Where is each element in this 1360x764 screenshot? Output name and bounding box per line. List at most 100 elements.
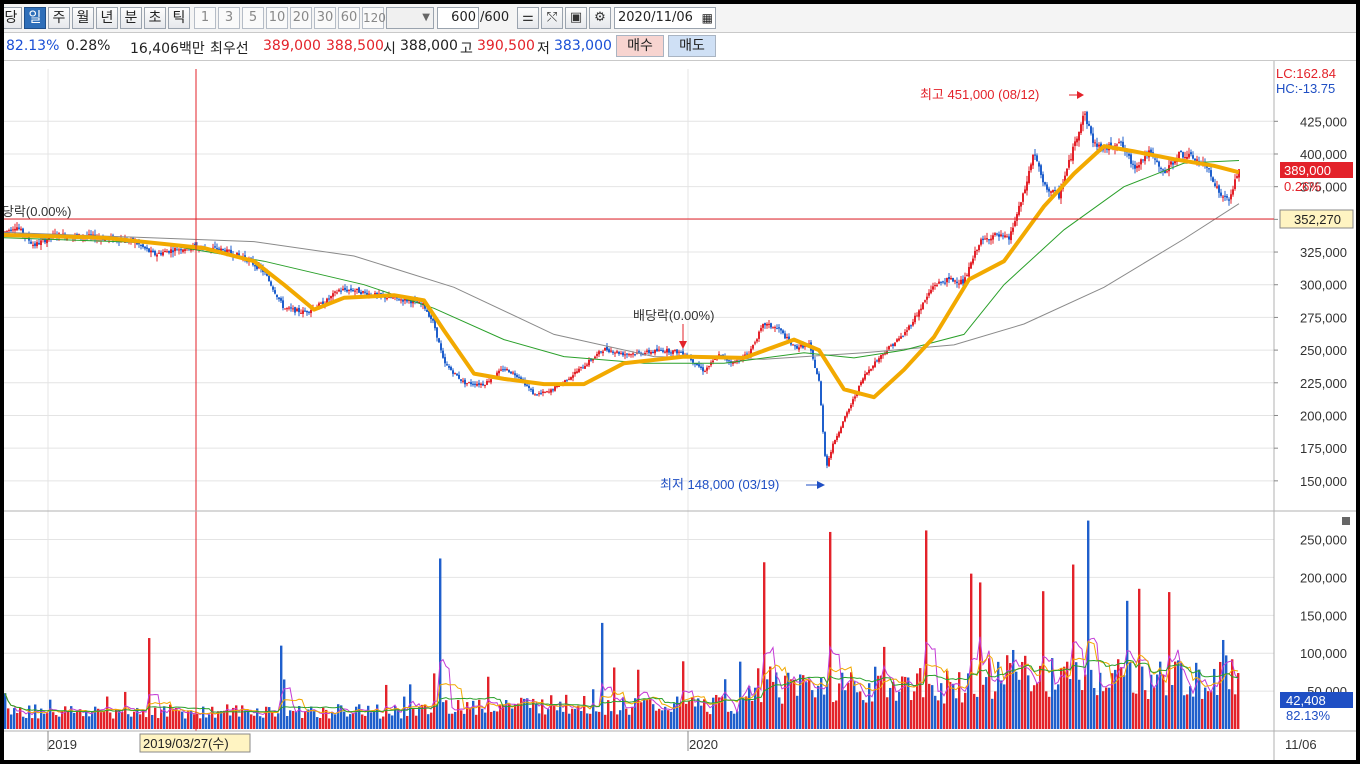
candle-body bbox=[174, 248, 176, 252]
volume-bar bbox=[397, 709, 400, 729]
candle-body bbox=[676, 349, 678, 354]
price-tick-label: 325,000 bbox=[1300, 245, 1347, 260]
candle-body bbox=[1072, 146, 1074, 161]
candle-body bbox=[632, 353, 634, 355]
candle-body bbox=[440, 343, 442, 351]
candle-body bbox=[464, 379, 466, 385]
date-input[interactable]: 2020/11/06 ▦ bbox=[614, 7, 716, 29]
volume-bar bbox=[121, 711, 124, 729]
volume-bar bbox=[43, 713, 46, 729]
period-button-day[interactable]: 일 bbox=[24, 7, 46, 29]
candle-body bbox=[508, 369, 510, 373]
candle-body bbox=[214, 246, 216, 248]
candle-body bbox=[1222, 196, 1224, 198]
volume-bar bbox=[166, 716, 169, 729]
volume-bar bbox=[481, 708, 484, 729]
stock-chart[interactable]: 425,000400,000375,000350,000325,000300,0… bbox=[4, 61, 1356, 760]
period-button-today[interactable]: 당 bbox=[4, 7, 22, 29]
volume-bar bbox=[208, 714, 211, 729]
candle-body bbox=[402, 299, 404, 302]
candle-body bbox=[756, 339, 758, 342]
period-button-year[interactable]: 년 bbox=[96, 7, 118, 29]
candle-body bbox=[608, 349, 610, 353]
candle-body bbox=[530, 388, 532, 390]
save-icon[interactable]: ▣ bbox=[565, 7, 587, 29]
candle-body bbox=[698, 364, 700, 367]
volume-bar bbox=[418, 706, 421, 729]
candle-body bbox=[532, 389, 534, 395]
buy-button[interactable]: 매수 bbox=[616, 35, 664, 57]
period-toolbar: 당 일 주 월 년 분 초 틱 1 3 5 10 20 30 60 120 ▼ … bbox=[4, 4, 1356, 33]
volume-bar bbox=[697, 698, 700, 729]
candle-body bbox=[330, 296, 332, 299]
candle-body bbox=[948, 277, 950, 280]
price-tick-label: 175,000 bbox=[1300, 441, 1347, 456]
period-button-tick[interactable]: 틱 bbox=[168, 7, 190, 29]
candle-body bbox=[1154, 158, 1156, 160]
candle-body bbox=[998, 234, 1000, 237]
volume-bar bbox=[670, 711, 673, 729]
volume-bar bbox=[859, 691, 862, 729]
volume-bar bbox=[844, 690, 847, 729]
candle-body bbox=[662, 350, 664, 352]
candle-body bbox=[952, 277, 954, 282]
candle-settings-icon[interactable]: ⚌ bbox=[517, 7, 539, 29]
dividend-arrow-head bbox=[679, 341, 687, 349]
candle-body bbox=[328, 298, 330, 300]
volume-bar bbox=[307, 709, 310, 729]
candle-body bbox=[452, 370, 454, 374]
candle-body bbox=[442, 350, 444, 358]
interval-button-10[interactable]: 10 bbox=[266, 7, 288, 29]
volume-bar bbox=[655, 710, 658, 729]
sell-button[interactable]: 매도 bbox=[668, 35, 716, 57]
gear-icon[interactable]: ⚙ bbox=[589, 7, 611, 29]
candle-body bbox=[18, 227, 20, 229]
interval-button-60[interactable]: 60 bbox=[338, 7, 360, 29]
calendar-icon[interactable]: ▦ bbox=[702, 8, 713, 28]
interval-button-30[interactable]: 30 bbox=[314, 7, 336, 29]
candle-body bbox=[468, 382, 470, 384]
candle-body bbox=[912, 321, 914, 326]
candle-body bbox=[628, 354, 630, 356]
candle-body bbox=[1066, 168, 1068, 176]
period-button-month[interactable]: 월 bbox=[72, 7, 94, 29]
interval-button-120[interactable]: 120 bbox=[362, 7, 386, 29]
volume-bar bbox=[1186, 694, 1189, 729]
volume-bar bbox=[910, 700, 913, 729]
period-button-week[interactable]: 주 bbox=[48, 7, 70, 29]
candle-body bbox=[444, 357, 446, 364]
candle-body bbox=[1080, 124, 1082, 133]
interval-button-20[interactable]: 20 bbox=[290, 7, 312, 29]
low-annotation: 최저 148,000 (03/19) bbox=[660, 477, 779, 492]
count-input[interactable]: 600 bbox=[437, 7, 479, 29]
volume-bar bbox=[916, 673, 919, 729]
period-button-minute[interactable]: 분 bbox=[120, 7, 142, 29]
interval-button-3[interactable]: 3 bbox=[218, 7, 240, 29]
volume-bar bbox=[295, 711, 298, 729]
interval-button-5[interactable]: 5 bbox=[242, 7, 264, 29]
candle-body bbox=[890, 345, 892, 347]
pane-close-icon[interactable] bbox=[1342, 517, 1350, 525]
candle-body bbox=[182, 249, 184, 252]
trend-line-icon[interactable]: ⤲ bbox=[541, 7, 563, 29]
volume-bar bbox=[400, 718, 403, 729]
candle-body bbox=[1122, 141, 1124, 149]
candle-body bbox=[304, 310, 306, 312]
candle-body bbox=[916, 315, 918, 317]
candle-body bbox=[1002, 235, 1004, 237]
volume-bar bbox=[490, 711, 493, 729]
candle-body bbox=[154, 250, 156, 256]
volume-bar bbox=[547, 709, 550, 729]
volume-bar bbox=[331, 711, 334, 729]
period-button-second[interactable]: 초 bbox=[144, 7, 166, 29]
interval-select[interactable]: ▼ bbox=[386, 7, 434, 29]
candle-body bbox=[1188, 153, 1190, 158]
candle-body bbox=[658, 349, 660, 351]
volume-bar bbox=[658, 708, 661, 729]
candle-body bbox=[594, 356, 596, 359]
candle-body bbox=[1078, 131, 1080, 141]
volume-bar bbox=[301, 717, 304, 729]
candle-body bbox=[982, 238, 984, 241]
candle-body bbox=[1006, 236, 1008, 238]
interval-button-1[interactable]: 1 bbox=[194, 7, 216, 29]
